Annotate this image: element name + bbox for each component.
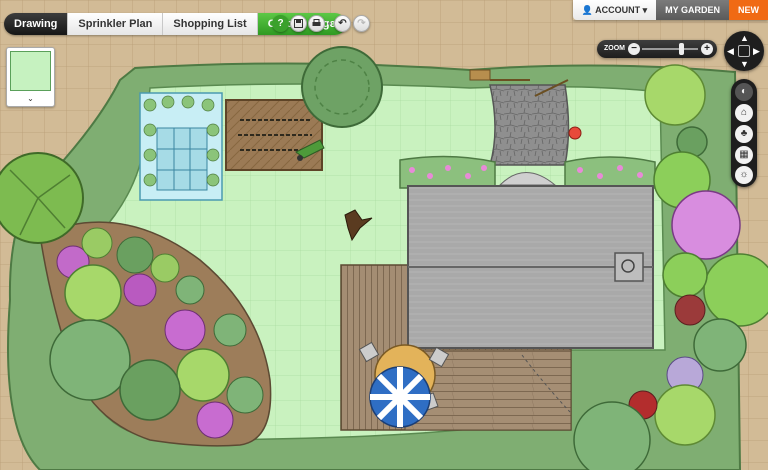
new-button[interactable]: NEW	[729, 0, 768, 20]
user-icon: 👤	[581, 5, 593, 15]
house-roof[interactable]	[407, 185, 654, 349]
grid-icon[interactable]: ▦	[735, 146, 753, 164]
tab-sprinkler-plan[interactable]: Sprinkler Plan	[68, 13, 164, 35]
redo-button[interactable]: ↷	[353, 15, 370, 32]
zoom-label: ZOOM	[604, 45, 625, 52]
layers-icon[interactable]: ◐	[735, 83, 753, 101]
account-bar: 👤 ACCOUNT ▾ MY GARDEN NEW	[572, 0, 768, 20]
red-flower-icon[interactable]	[568, 126, 582, 140]
recenter-icon[interactable]	[738, 45, 750, 57]
pan-navigation-pad: ▲ ▼ ◀ ▶	[724, 31, 764, 71]
chevron-down-icon: ▾	[642, 5, 648, 15]
pan-down-arrow[interactable]: ▼	[740, 60, 749, 69]
raised-vegetable-bed[interactable]	[225, 99, 323, 171]
garden-canvas[interactable]	[0, 0, 768, 470]
minimap-viewport[interactable]	[10, 51, 51, 91]
my-garden-button[interactable]: MY GARDEN	[656, 0, 729, 20]
sun-icon[interactable]: ☼	[735, 166, 753, 184]
pan-up-arrow[interactable]: ▲	[740, 34, 749, 43]
front-flower-bed[interactable]	[399, 155, 496, 189]
account-menu[interactable]: 👤 ACCOUNT ▾	[572, 0, 657, 20]
zoom-slider-thumb[interactable]	[678, 43, 684, 55]
house-icon[interactable]: ⌂	[735, 104, 753, 122]
zoom-slider-track[interactable]	[642, 48, 698, 50]
zoom-in-button[interactable]: +	[701, 43, 713, 55]
pan-left-arrow[interactable]: ◀	[727, 47, 734, 56]
zoom-control: ZOOM − +	[597, 40, 717, 58]
zoom-out-button[interactable]: −	[628, 43, 640, 55]
minimap-collapse-chevron-icon[interactable]: ⌄	[7, 94, 54, 103]
save-button[interactable]	[290, 15, 307, 32]
print-button[interactable]	[308, 15, 325, 32]
tab-drawing[interactable]: Drawing	[4, 13, 69, 35]
help-button[interactable]: ?	[272, 15, 289, 32]
tree-canopy[interactable]	[301, 46, 383, 128]
greenhouse[interactable]	[139, 92, 223, 201]
redo-icon: ↷	[357, 18, 366, 29]
print-icon	[312, 18, 321, 26]
minimap[interactable]: ⌄	[6, 47, 55, 107]
undo-button[interactable]: ↶	[334, 15, 351, 32]
account-label: ACCOUNT	[595, 5, 641, 15]
separator	[328, 22, 331, 25]
undo-icon: ↶	[338, 18, 347, 29]
large-tree-left[interactable]	[0, 152, 84, 244]
pan-right-arrow[interactable]: ▶	[753, 47, 760, 56]
tree-icon[interactable]: ♣	[735, 125, 753, 143]
save-icon	[294, 18, 303, 28]
tab-shopping-list[interactable]: Shopping List	[163, 13, 258, 35]
side-tool-column: ◐ ⌂ ♣ ▦ ☼	[731, 79, 757, 187]
